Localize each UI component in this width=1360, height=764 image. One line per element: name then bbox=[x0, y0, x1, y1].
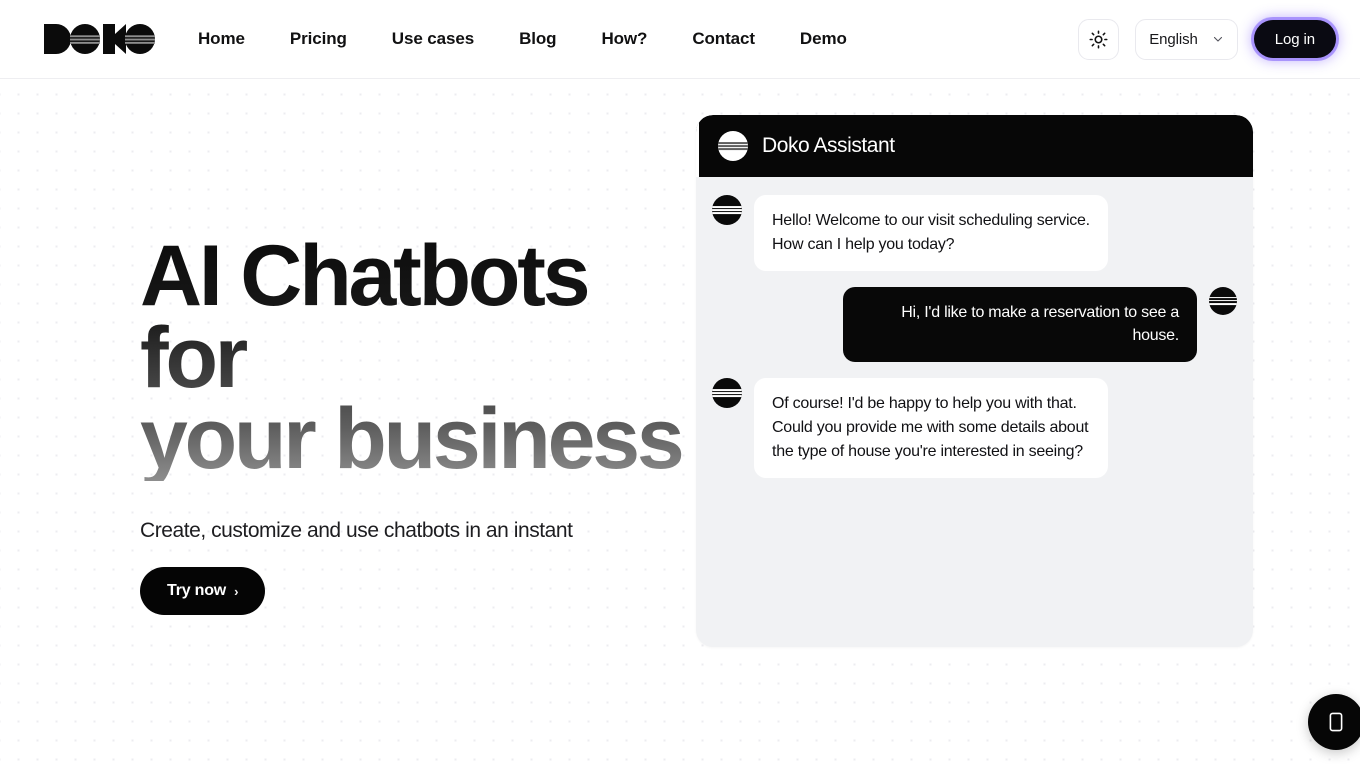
hero-section: AI Chatbots for your business Create, cu… bbox=[0, 79, 696, 616]
chat-bubble-text: Of course! I'd be happy to help you with… bbox=[754, 378, 1108, 478]
doko-logo[interactable] bbox=[44, 19, 156, 59]
chat-bubble-icon bbox=[1329, 712, 1343, 732]
doko-logo-avatar-dark-icon bbox=[712, 378, 742, 409]
language-selector[interactable]: English bbox=[1135, 18, 1238, 60]
nav-item-demo[interactable]: Demo bbox=[800, 21, 847, 57]
nav-item-home[interactable]: Home bbox=[198, 21, 245, 57]
chat-message-bot: Hello! Welcome to our visit scheduling s… bbox=[712, 195, 1237, 271]
nav-item-use-cases[interactable]: Use cases bbox=[392, 21, 474, 57]
chat-bubble-text: Hi, I'd like to make a reservation to se… bbox=[843, 286, 1197, 363]
try-now-button[interactable]: Try now › bbox=[140, 567, 266, 616]
header-actions: English Log in bbox=[1078, 18, 1336, 60]
chat-message-user: Hi, I'd like to make a reservation to se… bbox=[712, 286, 1237, 363]
chat-message-bot: Of course! I'd be happy to help you with… bbox=[712, 378, 1237, 478]
hero-subtitle: Create, customize and use chatbots in an… bbox=[140, 519, 573, 543]
try-now-label: Try now bbox=[167, 582, 227, 600]
doko-logo-avatar-dark-icon bbox=[712, 195, 742, 225]
chevron-down-icon bbox=[1213, 36, 1222, 42]
doko-logo-avatar-light-icon bbox=[718, 131, 748, 161]
theme-toggle-button[interactable] bbox=[1078, 18, 1120, 60]
sun-icon bbox=[1089, 29, 1108, 49]
page-content: AI Chatbots for your business Create, cu… bbox=[0, 79, 1360, 764]
chat-assistant-title: Doko Assistant bbox=[762, 134, 895, 157]
site-header: Home Pricing Use cases Blog How? Contact… bbox=[0, 0, 1360, 79]
chat-bubble-text: Hello! Welcome to our visit scheduling s… bbox=[754, 195, 1108, 271]
chat-message-list: Hello! Welcome to our visit scheduling s… bbox=[696, 177, 1253, 647]
login-button[interactable]: Log in bbox=[1253, 20, 1336, 58]
chat-widget-header: Doko Assistant bbox=[696, 115, 1253, 177]
nav-item-contact[interactable]: Contact bbox=[692, 21, 755, 57]
hero-title: AI Chatbots for your business bbox=[140, 233, 696, 482]
doko-logo-icon bbox=[44, 24, 155, 54]
chevron-right-icon: › bbox=[234, 583, 239, 599]
nav-item-pricing[interactable]: Pricing bbox=[290, 21, 347, 57]
doko-logo-avatar-dark-icon bbox=[1209, 286, 1237, 315]
nav-item-how[interactable]: How? bbox=[601, 21, 647, 57]
language-selected-value: English bbox=[1149, 30, 1198, 48]
chat-widget: Doko Assistant Hello! Welcome to our vis… bbox=[696, 115, 1253, 647]
nav-item-blog[interactable]: Blog bbox=[519, 21, 556, 57]
chat-launcher-button[interactable] bbox=[1308, 694, 1360, 750]
main-navigation: Home Pricing Use cases Blog How? Contact… bbox=[198, 21, 847, 57]
